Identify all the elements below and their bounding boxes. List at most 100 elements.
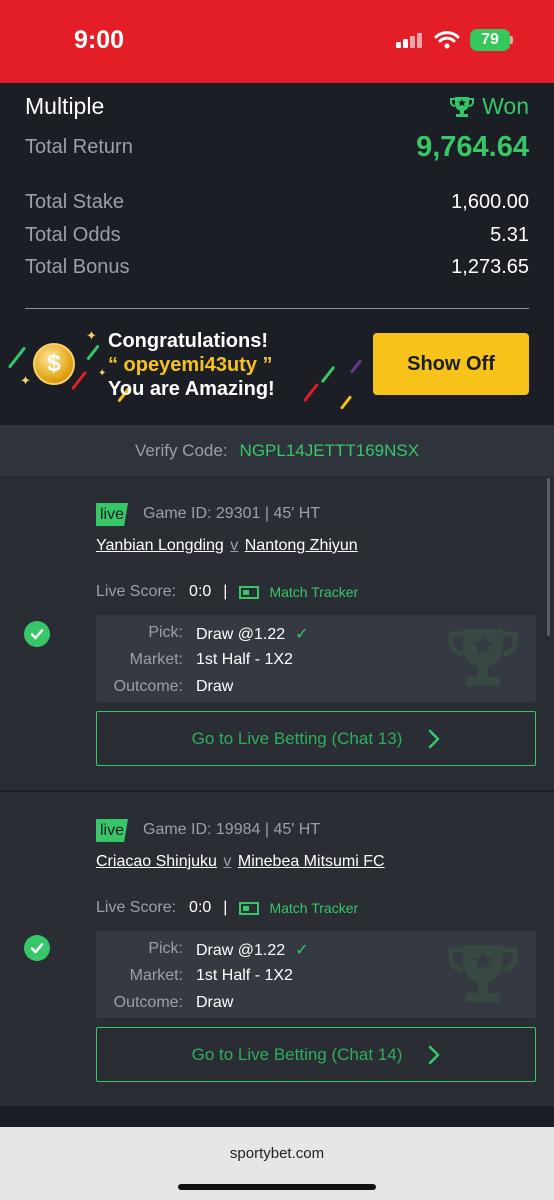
total-return-value: 9,764.64 (416, 131, 529, 163)
live-score-row: Live Score: 0:0 | Match Tracker (96, 899, 358, 917)
live-score-value: 0:0 (189, 899, 212, 916)
total-odds-label: Total Odds (25, 224, 121, 246)
browser-footer: sportybet.com (0, 1127, 554, 1200)
total-bonus-value: 1,273.65 (451, 256, 529, 278)
home-team[interactable]: Criacao Shinjuku (96, 853, 217, 870)
won-label: Won (482, 93, 529, 119)
verify-code-value[interactable]: NGPL14JETTT169NSX (240, 441, 420, 461)
congrats-text: Congratulations! “ opeyemi43uty ” You ar… (108, 329, 275, 401)
summary-divider (25, 308, 529, 309)
match-tracker-link[interactable]: Match Tracker (269, 584, 358, 600)
live-badge: live (96, 819, 128, 842)
outcome-label: Outcome: (113, 994, 183, 1011)
game-id: Game ID: 19984 | 45' HT (143, 821, 321, 838)
total-return-row: Total Return 9,764.64 (25, 131, 529, 164)
separator: | (223, 899, 228, 916)
show-off-button[interactable]: Show Off (373, 333, 529, 395)
signal-icon (396, 32, 424, 48)
match-teams[interactable]: Criacao Shinjuku v Minebea Mitsumi FC (96, 853, 385, 871)
total-stake-label: Total Stake (25, 191, 124, 213)
url-label[interactable]: sportybet.com (0, 1145, 554, 1162)
game-card: live Game ID: 29301 | 45' HT Yanbian Lon… (0, 476, 554, 792)
outcome-value: Draw (196, 678, 234, 695)
versus: v (230, 537, 239, 554)
congrats-title: Congratulations! (108, 330, 268, 352)
trophy-icon (450, 96, 475, 117)
live-score-row: Live Score: 0:0 | Match Tracker (96, 583, 358, 601)
congrats-banner: ✦ ✦ ✦ $ Congratulations! “ opeyemi43uty … (0, 313, 554, 425)
go-to-live-betting-button[interactable]: Go to Live Betting (Chat 14) (96, 1027, 536, 1082)
market-label: Market: (129, 967, 183, 984)
match-teams[interactable]: Yanbian Longding v Nantong Zhiyun (96, 537, 358, 555)
versus: v (223, 853, 232, 870)
confetti-streak (71, 370, 87, 391)
chevron-right-icon (429, 1045, 440, 1064)
away-team[interactable]: Minebea Mitsumi FC (238, 853, 385, 870)
away-team[interactable]: Nantong Zhiyun (245, 537, 358, 554)
battery-icon: 79 (470, 29, 510, 51)
confetti-streak (320, 365, 336, 384)
sparkle-icon: ✦ (86, 328, 97, 343)
bet-type: Multiple (25, 93, 105, 119)
live-score-label: Live Score: (96, 899, 177, 916)
confetti-streak (349, 359, 363, 374)
pick-label: Pick: (148, 940, 183, 957)
market-label: Market: (129, 651, 183, 668)
match-tracker-icon[interactable] (239, 901, 260, 915)
total-odds-row: Total Odds 5.31 (25, 224, 529, 247)
status-time: 9:00 (74, 26, 125, 54)
scrollbar[interactable] (547, 478, 550, 636)
live-score-value: 0:0 (189, 583, 212, 600)
total-bonus-row: Total Bonus 1,273.65 (25, 256, 529, 279)
congrats-subtitle: You are Amazing! (108, 378, 275, 400)
confetti-streak (7, 346, 27, 369)
total-return-label: Total Return (25, 136, 133, 158)
pick-label: Pick: (148, 624, 183, 641)
verify-code-label: Verify Code: (134, 440, 228, 460)
won-status: Won (450, 93, 529, 120)
confetti-streak (86, 344, 100, 361)
wifi-icon (434, 31, 460, 49)
confetti-streak (303, 382, 319, 403)
outcome-value: Draw (196, 994, 234, 1011)
pick-details: Pick: Draw @1.22 ✓ Market: 1st Half - 1X2… (96, 615, 536, 702)
bet-summary: Multiple Won Total Return 9,764.64 Total… (0, 83, 554, 425)
total-stake-value: 1,600.00 (451, 191, 529, 213)
home-indicator[interactable] (178, 1184, 376, 1190)
confetti-streak (339, 395, 353, 410)
market-value: 1st Half - 1X2 (196, 967, 293, 984)
go-to-live-betting-button[interactable]: Go to Live Betting (Chat 13) (96, 711, 536, 766)
total-bonus-label: Total Bonus (25, 256, 130, 278)
check-circle-icon (24, 935, 50, 961)
coin-icon: $ (33, 343, 75, 385)
match-tracker-icon[interactable] (239, 585, 260, 599)
pick-value: Draw @1.22 (196, 626, 286, 643)
trophy-icon (448, 629, 518, 686)
total-odds-value: 5.31 (490, 224, 529, 246)
match-tracker-link[interactable]: Match Tracker (269, 900, 358, 916)
congrats-username: “ opeyemi43uty ” (108, 354, 273, 376)
separator: | (223, 583, 228, 600)
game-card: live Game ID: 19984 | 45' HT Criacao Shi… (0, 792, 554, 1108)
verify-code-bar: Verify Code: NGPL14JETTT169NSX (0, 425, 554, 476)
chevron-right-icon (429, 729, 440, 748)
live-badge: live (96, 503, 128, 526)
live-score-label: Live Score: (96, 583, 177, 600)
summary-header: Multiple Won (25, 93, 529, 120)
trophy-icon (448, 945, 518, 1002)
pick-value: Draw @1.22 (196, 942, 286, 959)
sparkle-icon: ✦ (20, 373, 31, 388)
status-bar: 9:00 79 (0, 0, 554, 83)
game-id: Game ID: 29301 | 45' HT (143, 505, 321, 522)
pick-value-wrap: Draw @1.22 ✓ (196, 940, 309, 960)
battery-nub (510, 36, 513, 44)
pick-value-wrap: Draw @1.22 ✓ (196, 624, 309, 644)
tick-icon: ✓ (295, 626, 309, 643)
sparkle-icon: ✦ (98, 368, 107, 379)
home-team[interactable]: Yanbian Longding (96, 537, 224, 554)
go-live-label: Go to Live Betting (Chat 14) (191, 1044, 403, 1064)
check-circle-icon (24, 621, 50, 647)
total-stake-row: Total Stake 1,600.00 (25, 191, 529, 214)
outcome-label: Outcome: (113, 678, 183, 695)
market-value: 1st Half - 1X2 (196, 651, 293, 668)
